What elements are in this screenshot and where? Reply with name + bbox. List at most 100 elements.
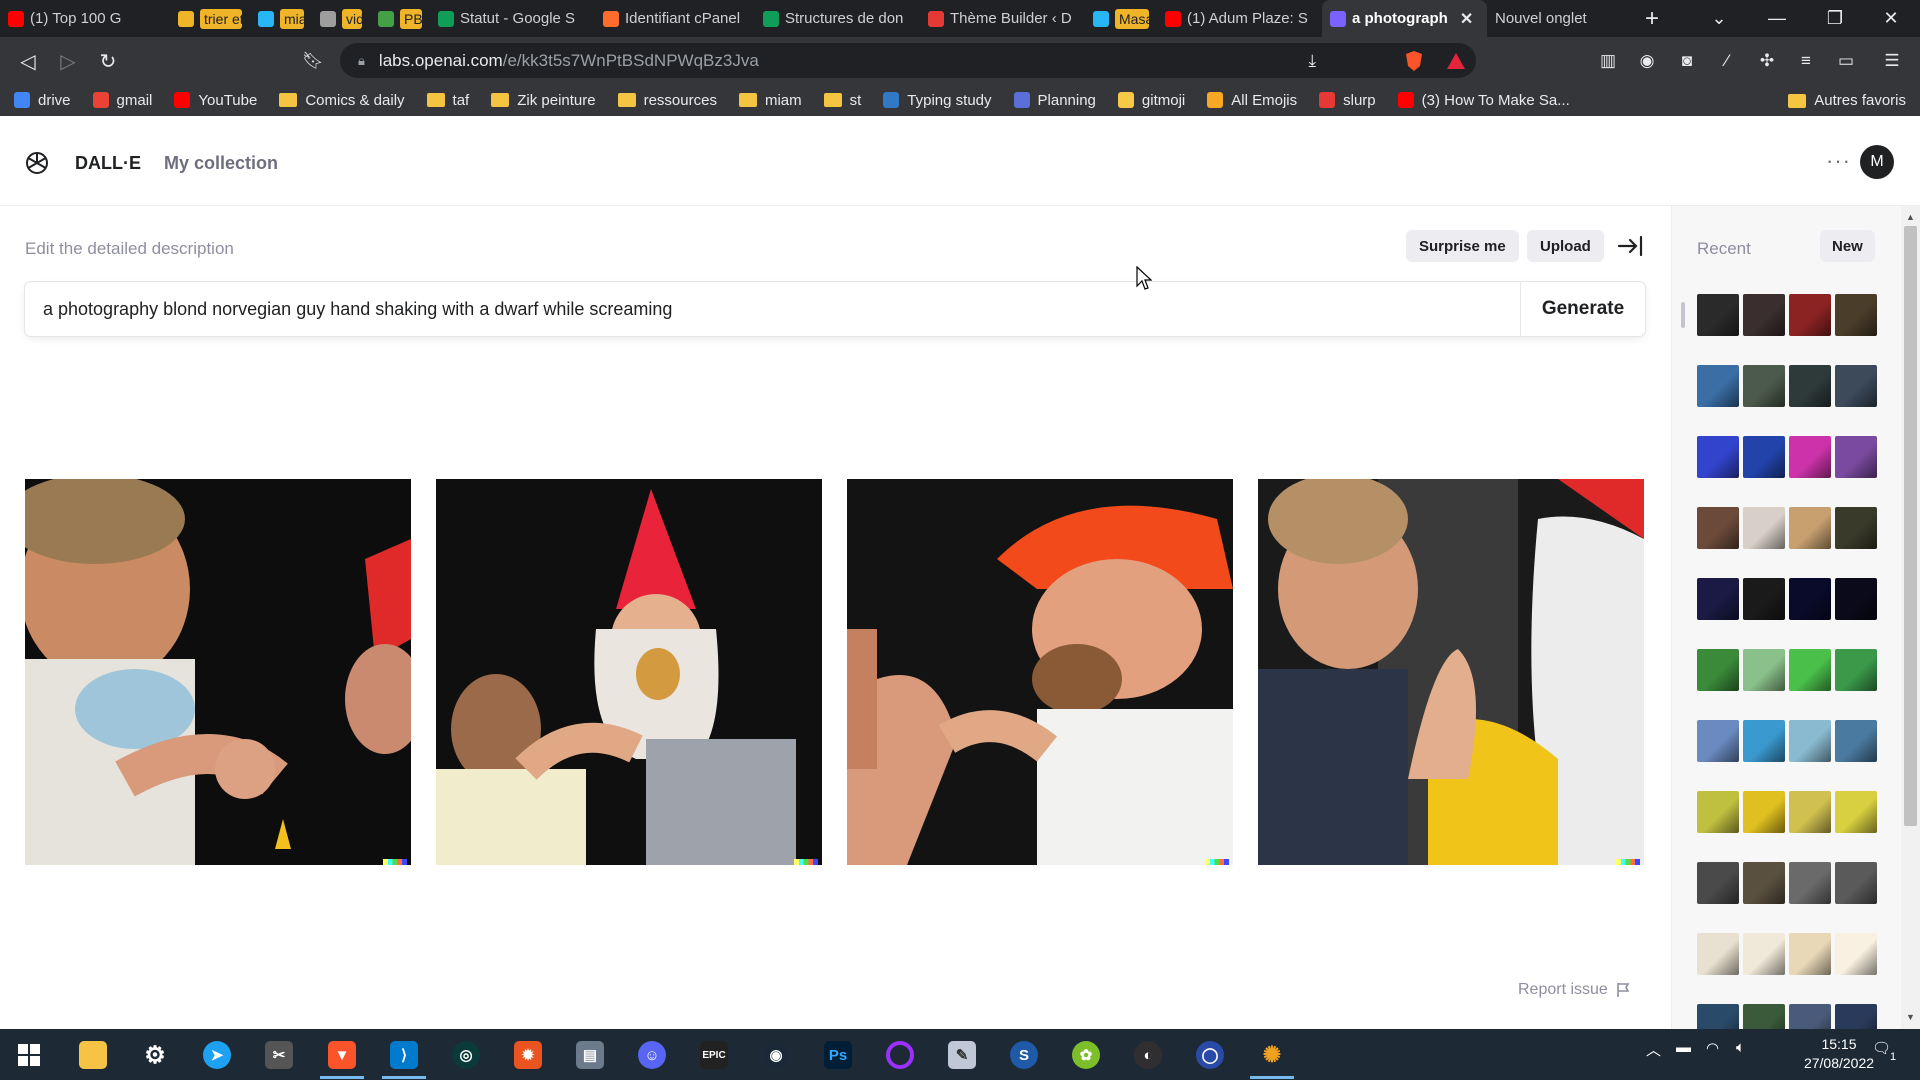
app-files-icon[interactable]: ▤ (573, 1038, 607, 1072)
openai-logo-icon[interactable] (24, 150, 50, 176)
sidebar-resize-handle[interactable] (1681, 302, 1685, 328)
volume-icon[interactable]: 🔈︎ (1736, 1039, 1745, 1056)
reading-list-icon[interactable]: ≡ (1796, 51, 1816, 71)
forward-icon[interactable]: ▷ (54, 47, 82, 75)
recent-thumbnail[interactable] (1789, 720, 1831, 762)
notifications-icon[interactable]: 🗨︎ (1872, 1039, 1891, 1057)
bookmark-item[interactable]: slurp (1319, 92, 1376, 109)
recent-thumbnail[interactable] (1743, 365, 1785, 407)
app-blue-ring-icon[interactable]: ◯ (1193, 1038, 1227, 1072)
generated-image-1[interactable] (25, 479, 411, 865)
recent-thumbnail[interactable] (1789, 862, 1831, 904)
discord-icon[interactable]: ☺ (635, 1038, 669, 1072)
bookmark-item[interactable]: miam (738, 92, 802, 109)
vscode-icon[interactable]: ⟩ (387, 1038, 421, 1072)
browser-tab[interactable]: Thème Builder ‹ D (920, 0, 1085, 37)
recent-thumbnail[interactable] (1835, 578, 1877, 620)
browser-tab[interactable]: a photograph ✕ (1322, 0, 1487, 37)
recent-thumbnail[interactable] (1789, 649, 1831, 691)
report-issue-link[interactable]: Report issue (1518, 981, 1630, 999)
bookmark-item[interactable]: YouTube (174, 92, 257, 109)
app-sun-icon[interactable]: ✺ (1255, 1038, 1289, 1072)
recent-thumbnail[interactable] (1789, 578, 1831, 620)
more-options-icon[interactable]: ··· (1826, 148, 1851, 174)
recent-thumbnail[interactable] (1697, 862, 1739, 904)
new-button[interactable]: New (1820, 230, 1875, 262)
bookmark-item[interactable]: Comics & daily (279, 92, 405, 109)
recent-thumbnail[interactable] (1743, 791, 1785, 833)
browser-tab[interactable]: Nouvel onglet (1487, 0, 1627, 37)
wallet-icon[interactable]: ▭ (1836, 51, 1856, 71)
recent-thumbnail[interactable] (1743, 862, 1785, 904)
bookmark-item[interactable]: ressources (617, 92, 717, 109)
browser-tab[interactable]: miam (250, 0, 312, 37)
file-explorer-icon[interactable] (76, 1038, 110, 1072)
browser-tab[interactable]: trier et dl (170, 0, 250, 37)
other-bookmarks[interactable]: Autres favoris (1788, 92, 1906, 109)
recent-thumbnail[interactable] (1835, 862, 1877, 904)
prompt-input[interactable]: a photography blond norvegian guy hand s… (25, 299, 1520, 320)
recent-thumbnail[interactable] (1743, 436, 1785, 478)
app-bluebird-icon[interactable]: ➤ (200, 1038, 234, 1072)
bookmark-item[interactable]: All Emojis (1207, 92, 1297, 109)
generate-button[interactable]: Generate (1520, 282, 1645, 336)
recent-thumbnail[interactable] (1697, 507, 1739, 549)
my-collection-link[interactable]: My collection (164, 153, 278, 174)
bookmark-item[interactable]: st (823, 92, 861, 109)
steam-icon[interactable]: ◉ (759, 1038, 793, 1072)
recent-thumbnail[interactable] (1697, 720, 1739, 762)
app-s-icon[interactable]: S (1007, 1038, 1041, 1072)
extensions-puzzle-icon[interactable]: ✣ (1757, 51, 1777, 71)
bookmark-item[interactable]: gitmoji (1117, 92, 1185, 109)
epic-games-icon[interactable]: EPIC (697, 1038, 731, 1072)
extension-stats-icon[interactable]: ▥ (1598, 51, 1618, 71)
recent-thumbnail[interactable] (1697, 365, 1739, 407)
upload-button[interactable]: Upload (1527, 230, 1604, 262)
generated-image-3[interactable] (847, 479, 1233, 865)
tray-chevron-icon[interactable]: ︿ (1646, 1039, 1661, 1060)
restore-button[interactable]: ❐ (1806, 0, 1864, 37)
recent-thumbnail[interactable] (1789, 507, 1831, 549)
app-orange-icon[interactable]: ✹ (511, 1038, 545, 1072)
minimize-button[interactable]: — (1748, 0, 1806, 37)
browser-tab[interactable]: vids (312, 0, 370, 37)
recent-thumbnail[interactable] (1789, 365, 1831, 407)
user-avatar[interactable]: M (1860, 145, 1894, 179)
surprise-me-button[interactable]: Surprise me (1406, 230, 1519, 262)
close-tab-icon[interactable]: ✕ (1460, 9, 1473, 29)
browser-tab[interactable]: PB (370, 0, 430, 37)
recent-thumbnail[interactable] (1743, 720, 1785, 762)
obs-icon[interactable]: ◐ (1131, 1038, 1165, 1072)
scrollbar-thumb[interactable] (1904, 226, 1917, 826)
app-brand[interactable]: DALL·E (75, 153, 141, 174)
back-icon[interactable]: ◁ (14, 47, 42, 75)
extension-eyedropper-icon[interactable]: ⁄ (1717, 51, 1737, 71)
recent-thumbnail[interactable] (1789, 933, 1831, 975)
bookmark-item[interactable]: gmail (92, 92, 152, 109)
recent-thumbnail[interactable] (1835, 649, 1877, 691)
settings-gear-icon[interactable]: ⚙ (138, 1038, 172, 1072)
browser-tab[interactable]: Statut - Google S (430, 0, 595, 37)
bookmark-item[interactable]: (3) How To Make Sa... (1397, 92, 1570, 109)
recent-thumbnail[interactable] (1697, 791, 1739, 833)
battery-icon[interactable]: ▬ (1676, 1039, 1691, 1056)
bookmark-page-icon[interactable]: 🔖︎ (299, 47, 327, 75)
app-purple-ring-icon[interactable] (883, 1038, 917, 1072)
browser-tab[interactable]: (1) Top 100 G (0, 0, 170, 37)
bookmark-item[interactable]: Zik peinture (491, 92, 596, 109)
brave-rewards-icon[interactable] (1446, 51, 1466, 71)
recent-thumbnail[interactable] (1835, 365, 1877, 407)
recent-thumbnail[interactable] (1697, 649, 1739, 691)
extension-camera-icon[interactable]: ◙ (1677, 51, 1697, 71)
photoshop-icon[interactable]: Ps (821, 1038, 855, 1072)
new-tab-button[interactable]: + (1627, 0, 1677, 37)
scroll-down-icon[interactable]: ▼ (1904, 1012, 1917, 1024)
bookmark-item[interactable]: taf (426, 92, 469, 109)
recent-thumbnail[interactable] (1743, 578, 1785, 620)
recent-thumbnail[interactable] (1789, 294, 1831, 336)
address-bar[interactable]: 🔒︎ labs.openai.com/e/kk3t5s7WnPtBSdNPWqB… (340, 43, 1476, 78)
bookmark-item[interactable]: Typing study (883, 92, 992, 109)
system-clock[interactable]: 15:15 27/08/2022 (1802, 1035, 1876, 1073)
recent-thumbnail[interactable] (1743, 507, 1785, 549)
bookmark-item[interactable]: drive (14, 92, 71, 109)
